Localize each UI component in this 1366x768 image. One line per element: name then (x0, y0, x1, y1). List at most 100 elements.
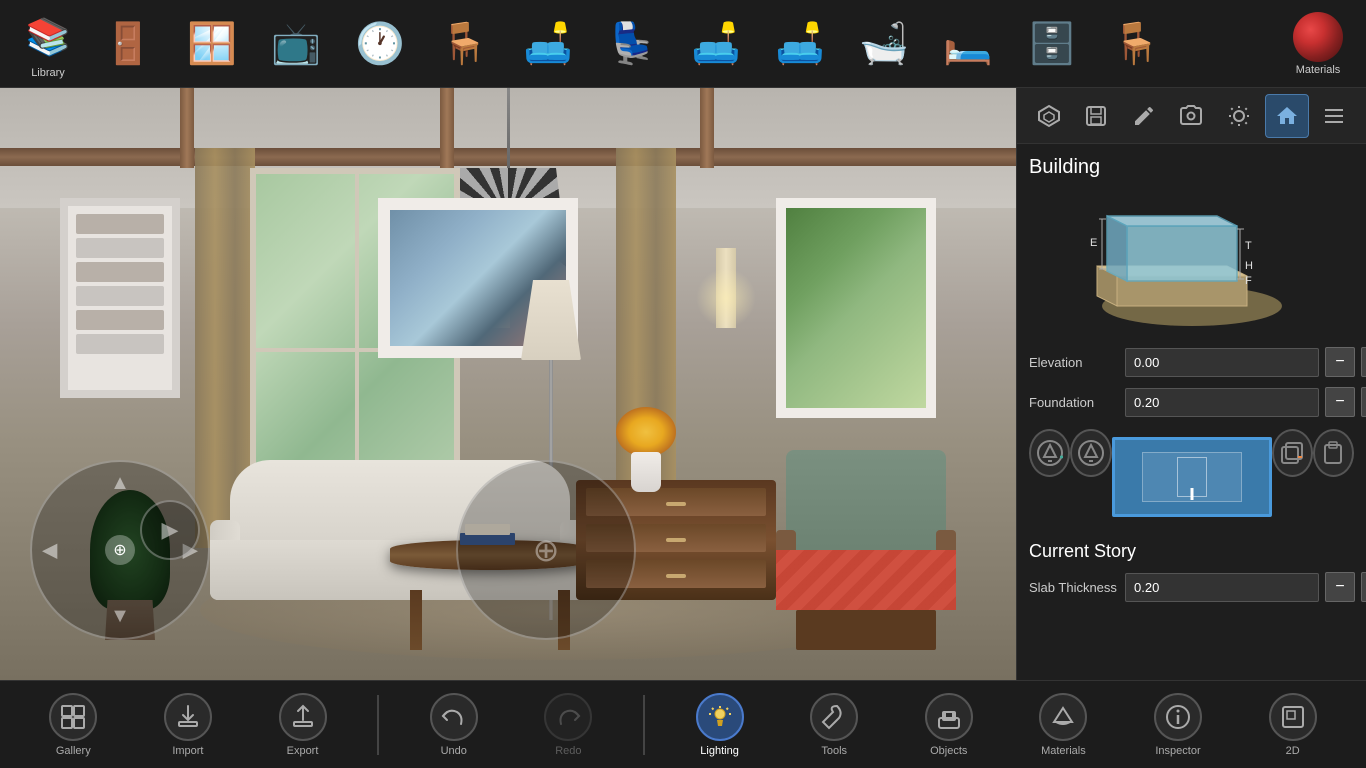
nav-rotate-circle[interactable]: ⊕ (456, 460, 636, 640)
panel-content: Building (1017, 144, 1366, 680)
furn-tv[interactable]: 📺 (256, 8, 336, 80)
objects-tool[interactable]: Objects (909, 693, 989, 757)
foundation-row: Foundation − + (1029, 387, 1354, 417)
slab-minus-btn[interactable]: − (1325, 572, 1355, 602)
furn-chair-red[interactable]: 🪑 (424, 8, 504, 80)
nav-rotate-icon: ⊕ (533, 531, 560, 569)
foundation-input[interactable] (1125, 388, 1319, 417)
nav-pan-button[interactable]: ▶ (140, 500, 200, 560)
foundation-plus-btn[interactable]: + (1361, 387, 1366, 417)
lighting-tool[interactable]: Lighting (680, 693, 760, 757)
slab-label: Slab Thickness (1029, 580, 1119, 595)
panel-light-btn[interactable] (1217, 94, 1261, 138)
nav-up-arrow: ▲ (110, 472, 130, 495)
panel-home-btn[interactable] (1265, 94, 1309, 138)
furn-clock[interactable]: 🕐 (340, 8, 420, 80)
export-icon (279, 693, 327, 741)
furn-chair-pink[interactable]: 💺 (592, 8, 672, 80)
elevation-input[interactable] (1125, 348, 1319, 377)
import-tool[interactable]: Import (148, 693, 228, 757)
import-label: Import (172, 745, 203, 757)
add-story-btn[interactable] (1029, 429, 1070, 477)
library-label: Library (31, 67, 65, 79)
nav-center[interactable]: ⊕ (105, 535, 135, 565)
gallery-label: Gallery (56, 745, 91, 757)
top-toolbar: 📚 Library 🚪 🪟 📺 🕐 🪑 🛋️ 💺 🛋️ 🛋️ (0, 0, 1366, 88)
redo-icon (544, 693, 592, 741)
lighting-label: Lighting (700, 745, 739, 757)
gallery-tool[interactable]: Gallery (33, 693, 113, 757)
slab-thickness-row: Slab Thickness − + (1029, 572, 1354, 602)
elevation-minus-btn[interactable]: − (1325, 347, 1355, 377)
materials-label: Materials (1296, 64, 1341, 76)
svg-text:T: T (1245, 240, 1252, 252)
gallery-icon (49, 693, 97, 741)
materials-tool[interactable]: Materials (1023, 693, 1103, 757)
lighting-icon (696, 693, 744, 741)
tools-tool[interactable]: Tools (794, 693, 874, 757)
vase-flowers (616, 412, 676, 492)
right-artwork (776, 198, 936, 418)
panel-save-btn[interactable] (1074, 94, 1118, 138)
furn-bathtub[interactable]: 🛁 (844, 8, 924, 80)
2d-label: 2D (1286, 745, 1300, 757)
section-title: Building (1029, 156, 1354, 179)
redo-tool[interactable]: Redo (528, 693, 608, 757)
undo-icon (430, 693, 478, 741)
panel-list-btn[interactable] (1312, 94, 1356, 138)
divider-2 (643, 695, 645, 755)
wall-art-left (60, 198, 180, 398)
furn-window[interactable]: 🪟 (172, 8, 252, 80)
panel-camera-btn[interactable] (1169, 94, 1213, 138)
2d-icon (1269, 693, 1317, 741)
current-story-title: Current Story (1029, 541, 1354, 562)
svg-text:F: F (1245, 275, 1252, 287)
slab-input[interactable] (1125, 573, 1319, 602)
armchair (776, 450, 956, 650)
2d-tool[interactable]: 2D (1253, 693, 1333, 757)
undo-tool[interactable]: Undo (414, 693, 494, 757)
ceiling-beam-v1 (180, 88, 194, 168)
redo-label: Redo (555, 745, 581, 757)
tools-label: Tools (821, 745, 847, 757)
materials-button[interactable]: Materials (1278, 4, 1358, 84)
floor-plan-thumb[interactable] (1112, 437, 1272, 517)
panel-build-btn[interactable] (1027, 94, 1071, 138)
foundation-minus-btn[interactable]: − (1325, 387, 1355, 417)
paste-btn[interactable] (1313, 429, 1354, 477)
furn-bench[interactable]: 🛋️ (760, 8, 840, 80)
ceiling-beam-v3 (700, 88, 714, 168)
objects-label: Objects (930, 745, 967, 757)
floor-plan-area (1112, 437, 1272, 517)
inspector-tool[interactable]: Inspector (1138, 693, 1218, 757)
elevation-row: Elevation − + (1029, 347, 1354, 377)
inspector-icon (1154, 693, 1202, 741)
furn-wardrobe[interactable]: 🗄️ (1012, 8, 1092, 80)
copy-btn[interactable] (1272, 429, 1313, 477)
panel-paint-btn[interactable] (1122, 94, 1166, 138)
nav-left-arrow: ◀ (42, 538, 57, 563)
library-icon: 📚 (20, 9, 76, 65)
panel-toolbar (1017, 88, 1366, 144)
library-button[interactable]: 📚 Library (8, 4, 88, 84)
export-tool[interactable]: Export (263, 693, 343, 757)
elevation-label: Elevation (1029, 355, 1119, 370)
svg-text:E: E (1090, 237, 1097, 249)
slab-plus-btn[interactable]: + (1361, 572, 1366, 602)
svg-text:H: H (1245, 260, 1253, 272)
bottom-toolbar: Gallery Import Export Undo Redo Lighting (0, 680, 1366, 768)
action-buttons (1029, 429, 1354, 525)
main-area: ▲ ▼ ◀ ▶ ⊕ ▶ ⊕ (0, 88, 1366, 680)
export-label: Export (287, 745, 319, 757)
import-icon (164, 693, 212, 741)
elevation-plus-btn[interactable]: + (1361, 347, 1366, 377)
viewport[interactable]: ▲ ▼ ◀ ▶ ⊕ ▶ ⊕ (0, 88, 1016, 680)
furn-sofa[interactable]: 🛋️ (676, 8, 756, 80)
furn-armchair-yellow[interactable]: 🛋️ (508, 8, 588, 80)
furn-door[interactable]: 🚪 (88, 8, 168, 80)
furn-bed[interactable]: 🛏️ (928, 8, 1008, 80)
objects-icon (925, 693, 973, 741)
furn-chair-red2[interactable]: 🪑 (1096, 8, 1176, 80)
duplicate-story-btn[interactable] (1070, 429, 1111, 477)
foundation-label: Foundation (1029, 395, 1119, 410)
